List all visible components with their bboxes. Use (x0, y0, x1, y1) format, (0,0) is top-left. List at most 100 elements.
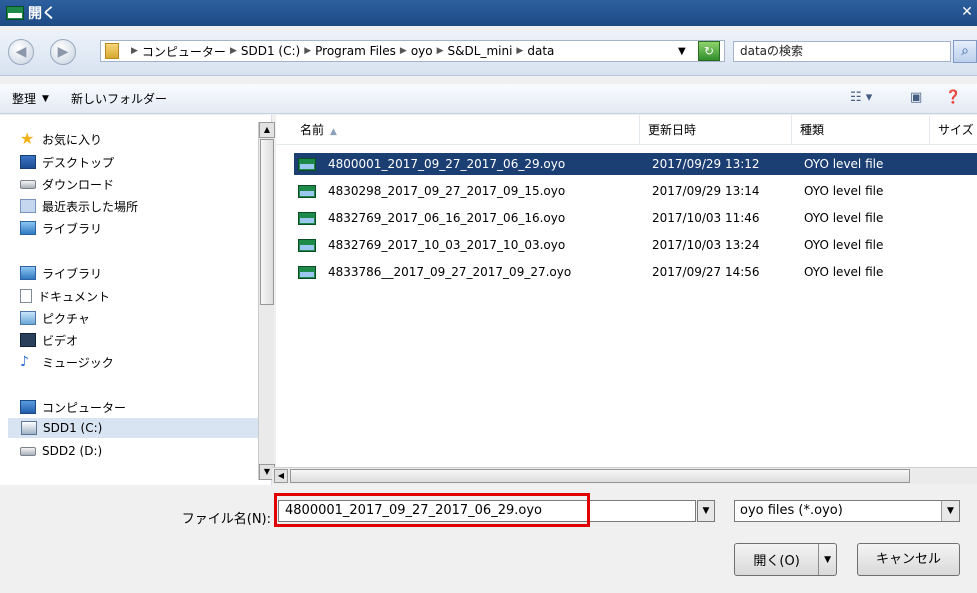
star-icon: ★ (20, 129, 35, 148)
file-name: 4833786__2017_09_27_2017_09_27.oyo (328, 265, 572, 279)
nav-music[interactable]: ♪ ミュージック (20, 352, 114, 372)
breadcrumb[interactable]: ▶ コンピューター ▶ SDD1 (C:) ▶ Program Files ▶ … (100, 40, 725, 62)
dialog-footer: ファイル名(N): 4800001_2017_09_27_2017_06_29.… (0, 485, 977, 593)
video-icon (20, 333, 36, 347)
table-row[interactable]: 4832769_2017_06_16_2017_06_16.oyo 2017/1… (294, 207, 977, 229)
address-dropdown-icon[interactable]: ▼ (678, 46, 686, 57)
library-icon (20, 221, 36, 235)
back-button[interactable]: ◀ (8, 39, 34, 65)
file-type-select[interactable]: oyo files (*.oyo) ▼ (734, 500, 960, 522)
forward-button[interactable]: ▶ (50, 39, 76, 65)
file-type: OYO level file (804, 184, 884, 198)
scroll-up-icon[interactable]: ▲ (259, 122, 275, 138)
oyo-file-icon (298, 184, 316, 198)
file-name: 4830298_2017_09_27_2017_09_15.oyo (328, 184, 566, 198)
organize-button[interactable]: 整理 ▼ (12, 90, 49, 107)
file-list: 名前 ▲ 更新日時 種類 サイズ 4800001_2017_09_27_2017_… (276, 115, 977, 467)
scroll-left-icon[interactable]: ◀ (274, 469, 288, 483)
crumb-drive[interactable]: SDD1 (C:) (241, 44, 300, 58)
file-type: OYO level file (804, 211, 884, 225)
file-name: 4832769_2017_10_03_2017_10_03.oyo (328, 238, 566, 252)
library-icon (20, 266, 36, 280)
table-row[interactable]: 4800001_2017_09_27_2017_06_29.oyo 2017/0… (294, 153, 977, 175)
crumb-sdl-mini[interactable]: S&DL_mini (448, 44, 513, 58)
new-folder-button[interactable]: 新しいフォルダー (71, 90, 167, 107)
nav-downloads[interactable]: ダウンロード (20, 174, 114, 194)
organize-label: 整理 (12, 92, 37, 106)
nav-desktop[interactable]: デスクトップ (20, 152, 114, 172)
app-icon (6, 6, 24, 20)
nav-favorites[interactable]: ★ お気に入り (20, 129, 102, 149)
table-row[interactable]: 4832769_2017_10_03_2017_10_03.oyo 2017/1… (294, 234, 977, 256)
close-icon[interactable]: ✕ (959, 3, 975, 21)
new-folder-label: 新しいフォルダー (70, 92, 167, 106)
downloads-icon (20, 179, 36, 189)
open-file-dialog: 開く ✕ ◀ ▶ ▶ コンピューター ▶ SDD1 (C:) ▶ Program… (0, 0, 977, 593)
oyo-file-icon (298, 211, 316, 225)
table-row[interactable]: 4830298_2017_09_27_2017_09_15.oyo 2017/0… (294, 180, 977, 202)
oyo-file-icon (298, 265, 316, 279)
file-type: OYO level file (804, 238, 884, 252)
nav-videos[interactable]: ビデオ (20, 330, 78, 350)
crumb-oyo[interactable]: oyo (411, 44, 433, 58)
column-header-date[interactable]: 更新日時 (640, 115, 792, 145)
dialog-title: 開く (28, 6, 56, 22)
search-icon[interactable]: ⌕ (953, 40, 977, 63)
scroll-thumb[interactable] (260, 139, 274, 305)
nav-pictures[interactable]: ピクチャ (20, 308, 90, 328)
file-date: 2017/09/29 13:12 (652, 157, 760, 171)
nav-library-favorite[interactable]: ライブラリ (20, 218, 102, 238)
file-name: 4800001_2017_09_27_2017_06_29.oyo (328, 157, 566, 171)
file-date: 2017/10/03 13:24 (652, 238, 760, 252)
horizontal-scrollbar[interactable]: ◀ (272, 467, 977, 484)
file-date: 2017/10/03 11:46 (652, 211, 760, 225)
refresh-button[interactable]: ↻ (698, 41, 720, 61)
nav-drive-c[interactable]: SDD1 (C:) (8, 418, 258, 438)
nav-computer[interactable]: コンピューター (20, 397, 126, 417)
system-drive-icon (21, 421, 37, 435)
filename-dropdown-icon[interactable]: ▼ (697, 500, 715, 522)
crumb-data[interactable]: data (527, 44, 554, 58)
nav-libraries[interactable]: ライブラリ (20, 263, 102, 283)
file-name: 4832769_2017_06_16_2017_06_16.oyo (328, 211, 566, 225)
nav-vertical-scrollbar[interactable]: ▲ ▼ (258, 122, 275, 480)
file-type: OYO level file (804, 265, 884, 279)
cancel-button[interactable]: キャンセル (857, 543, 960, 576)
open-options-dropdown[interactable]: ▼ (818, 544, 836, 575)
desktop-icon (20, 155, 36, 169)
crumb-computer[interactable]: コンピューター (142, 43, 226, 60)
column-header-type[interactable]: 種類 (792, 115, 930, 145)
preview-pane-icon[interactable]: ▣ (910, 90, 922, 105)
chevron-down-icon: ▼ (42, 93, 49, 104)
file-date: 2017/09/27 14:56 (652, 265, 760, 279)
recent-places-icon (20, 199, 36, 213)
chevron-down-icon[interactable]: ▼ (941, 501, 959, 521)
table-row[interactable]: 4833786__2017_09_27_2017_09_27.oyo 2017/… (294, 261, 977, 283)
pictures-icon (20, 311, 36, 325)
command-toolbar: 整理 ▼ 新しいフォルダー ☷ ▾ ▣ ❓ (0, 84, 977, 114)
nav-drive-d[interactable]: SDD2 (D:) (20, 441, 102, 461)
title-bar: 開く ✕ (0, 0, 977, 26)
crumb-program-files[interactable]: Program Files (315, 44, 396, 58)
navigation-pane: ★ お気に入り デスクトップ ダウンロード 最近表示した場所 ライブラリ ライブ… (0, 115, 272, 485)
music-icon: ♪ (20, 354, 29, 370)
document-icon (20, 289, 32, 303)
column-header-size[interactable]: サイズ (930, 115, 977, 145)
open-button[interactable]: 開く(O) ▼ (734, 543, 837, 576)
horizontal-scroll-thumb[interactable] (290, 469, 910, 483)
file-date: 2017/09/29 13:14 (652, 184, 760, 198)
oyo-file-icon (298, 157, 316, 171)
drive-icon (20, 446, 36, 456)
computer-icon (20, 400, 36, 414)
oyo-file-icon (298, 238, 316, 252)
help-icon[interactable]: ❓ (945, 90, 961, 105)
nav-recent[interactable]: 最近表示した場所 (20, 196, 138, 216)
file-type: OYO level file (804, 157, 884, 171)
column-header-name[interactable]: 名前 ▲ (276, 115, 640, 145)
folder-icon (105, 43, 119, 59)
search-input[interactable]: dataの検索 (733, 41, 951, 62)
view-options-icon[interactable]: ☷ ▾ (850, 90, 872, 105)
nav-documents[interactable]: ドキュメント (20, 286, 110, 306)
address-bar: ◀ ▶ ▶ コンピューター ▶ SDD1 (C:) ▶ Program File… (0, 30, 977, 76)
filename-input[interactable]: 4800001_2017_09_27_2017_06_29.oyo (278, 500, 696, 522)
